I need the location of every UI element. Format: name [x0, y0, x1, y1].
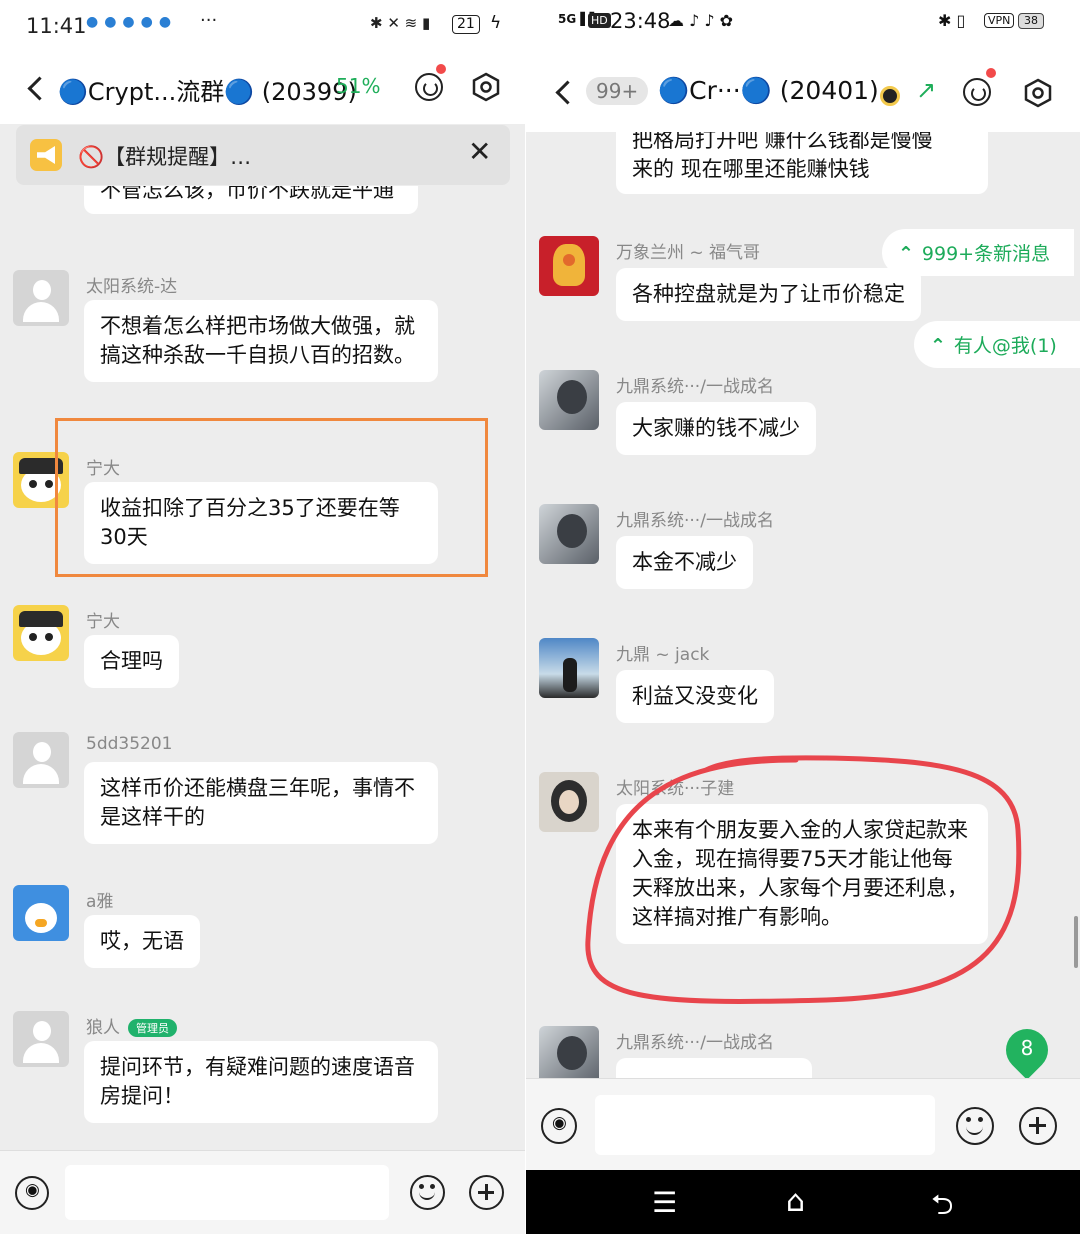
- message-bubble[interactable]: 提问环节，有疑难问题的速度语音房提问！: [84, 1041, 438, 1123]
- menu-icon[interactable]: ☰: [652, 1186, 677, 1219]
- battery-level: 21: [457, 16, 475, 32]
- system-status-icons: ✱ ✕ ≋ ▮: [370, 14, 431, 32]
- partial-message: 不管怎么该，币价不跌就是平通: [84, 186, 418, 214]
- unread-dot: [436, 64, 446, 74]
- avatar[interactable]: [13, 605, 69, 661]
- battery-indicator: 21: [452, 15, 480, 34]
- sender-name: 宁大: [86, 612, 120, 632]
- avatar[interactable]: [13, 885, 69, 941]
- message-bubble[interactable]: 合理吗: [84, 635, 179, 688]
- notice-text: 🚫【群规提醒】…: [78, 145, 252, 169]
- status-time: 11:41: [26, 14, 87, 38]
- avatar[interactable]: [13, 270, 69, 326]
- notification-icons: ●●●●●: [86, 14, 178, 30]
- left-phone-screen: 11:41 ●●●●● ··· ✱ ✕ ≋ ▮ 21 ϟ 🔵Crypt...流群…: [0, 0, 525, 1234]
- message-input[interactable]: [65, 1165, 389, 1220]
- emoji-icon[interactable]: [956, 1107, 994, 1145]
- voice-room-icon[interactable]: [415, 73, 443, 101]
- emoji-icon[interactable]: [410, 1175, 445, 1210]
- admin-badge: 管理员: [128, 1019, 177, 1037]
- unread-count: 8: [1020, 1036, 1034, 1060]
- sender-name: 5dd35201: [86, 734, 173, 754]
- megaphone-icon: [30, 139, 62, 171]
- input-bar: ◉: [526, 1078, 1080, 1170]
- message-bubble[interactable]: 这样币价还能横盘三年呢，事情不是这样干的: [84, 762, 438, 844]
- highlight-box: [55, 418, 488, 577]
- sender-name-text: 狼人: [86, 1018, 120, 1038]
- message-bubble[interactable]: 不想着怎么样把市场做大做强，就搞这种杀敌一千自损八百的招数。: [84, 300, 438, 382]
- message-list: 不管怎么该，币价不跌就是平通 太阳系统-达 不想着怎么样把市场做大做强，就搞这种…: [0, 186, 525, 1150]
- message-text: 哎，无语: [100, 929, 184, 953]
- home-icon[interactable]: ⌂: [786, 1184, 805, 1219]
- settings-icon[interactable]: [471, 72, 501, 102]
- message-text: 不想着怎么样把市场做大做强，就搞这种杀敌一千自损八百的招数。: [100, 314, 415, 367]
- group-notice-banner[interactable]: 🚫【群规提醒】… ✕: [16, 125, 510, 185]
- message-text: 这样币价还能横盘三年呢，事情不是这样干的: [100, 776, 415, 829]
- voice-input-icon[interactable]: ◉: [541, 1108, 577, 1144]
- back-arrow-icon[interactable]: [27, 76, 52, 101]
- scrollbar[interactable]: [1074, 916, 1078, 968]
- avatar[interactable]: [13, 732, 69, 788]
- avatar[interactable]: [13, 1011, 69, 1067]
- voice-input-icon[interactable]: ◉: [15, 1176, 49, 1210]
- input-bar: ◉: [0, 1150, 525, 1234]
- right-phone-screen: 5G ▌▌ HD 23:48 ☁ ♪ ♪ ✿ ✱ ▯ VPN 38 99+ 🔵C…: [526, 0, 1080, 1234]
- message-input[interactable]: [595, 1095, 935, 1155]
- group-title: 🔵Crypt...流群🔵 (20399): [58, 78, 357, 106]
- message-bubble[interactable]: 哎，无语: [84, 915, 200, 968]
- sender-name: a雅: [86, 892, 114, 912]
- message-text: 提问环节，有疑难问题的速度语音房提问！: [100, 1055, 415, 1108]
- add-icon[interactable]: [1019, 1107, 1057, 1145]
- sender-name: 太阳系统-达: [86, 277, 178, 297]
- sender-name: 狼人 管理员: [86, 1013, 177, 1038]
- close-icon[interactable]: ✕: [468, 135, 491, 168]
- more-icon: ···: [200, 10, 218, 31]
- add-icon[interactable]: [469, 1175, 504, 1210]
- network-percent: 51%: [336, 74, 381, 98]
- red-circle-annotation: [585, 755, 1022, 1004]
- status-bar: 11:41 ●●●●● ··· ✱ ✕ ≋ ▮ 21 ϟ: [0, 0, 525, 52]
- charging-icon: ϟ: [490, 13, 502, 33]
- chat-header: 🔵Crypt...流群🔵 (20399) 51%: [0, 52, 525, 124]
- message-text: 合理吗: [100, 649, 163, 673]
- partial-message-text: 不管怎么该，币价不跌就是平通: [100, 186, 394, 202]
- system-navigation-bar: ☰ ⌂ ⮌: [526, 1170, 1080, 1234]
- back-icon[interactable]: ⮌: [931, 1184, 953, 1232]
